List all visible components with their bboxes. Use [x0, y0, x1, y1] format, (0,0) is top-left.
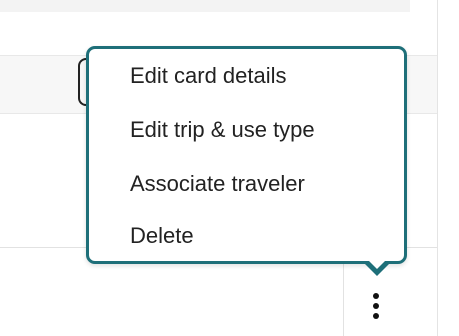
kebab-dot [373, 313, 379, 319]
menu-item-edit-card-details[interactable]: Edit card details [130, 63, 287, 89]
menu-item-delete[interactable]: Delete [130, 223, 194, 249]
menu-pointer-caret-fill [366, 258, 388, 269]
panel-right-border [437, 0, 438, 336]
table-header-strip [0, 0, 410, 12]
menu-item-associate-traveler[interactable]: Associate traveler [130, 171, 305, 197]
kebab-dot [373, 293, 379, 299]
menu-item-edit-trip-use-type[interactable]: Edit trip & use type [130, 117, 315, 143]
row-actions-menu: Edit card details Edit trip & use type A… [86, 46, 407, 264]
more-vertical-icon[interactable] [365, 291, 387, 323]
kebab-dot [373, 303, 379, 309]
